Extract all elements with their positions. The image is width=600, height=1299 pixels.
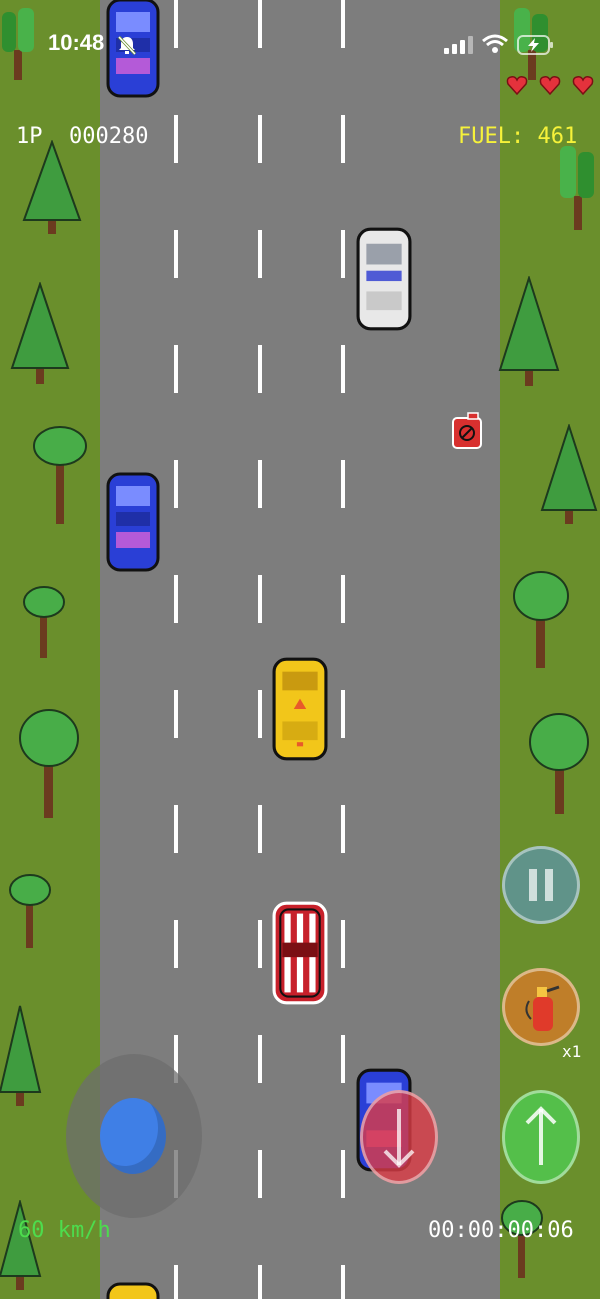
pause-button[interactable] (502, 846, 580, 924)
yellow-taxi (272, 657, 328, 761)
signal-icon (444, 36, 473, 54)
lane-divider (341, 0, 345, 1299)
accelerate-button[interactable] (502, 1090, 580, 1184)
pause-icon (529, 869, 553, 901)
tree (2, 8, 34, 80)
game-scene: 10:48 1P 000280 FUEL: 461 60 km/h 00:00:… (0, 0, 600, 1299)
heart-icon (572, 76, 594, 96)
red-player-car (272, 901, 328, 1005)
blue-car (106, 472, 160, 572)
tree (9, 874, 51, 948)
timer-display: 00:00:00:06 (428, 1218, 574, 1243)
pine-tree (540, 424, 598, 524)
tree (19, 709, 79, 818)
extinguisher-count: x1 (562, 1042, 582, 1061)
bell-slash-icon (117, 35, 137, 56)
tree (529, 713, 589, 814)
fuel-can (452, 412, 482, 449)
lane-divider (258, 0, 262, 1299)
pine-tree (10, 282, 70, 384)
tree (33, 426, 87, 524)
white-police-car (356, 227, 412, 331)
pine-tree (0, 1005, 42, 1106)
wifi-icon (482, 34, 508, 53)
status-time: 10:48 (48, 30, 105, 55)
yellow-taxi (106, 1282, 160, 1299)
fire-extinguisher-button[interactable] (502, 968, 580, 1046)
joystick-knob[interactable] (100, 1098, 166, 1174)
tree (560, 146, 594, 230)
heart-icon (506, 76, 528, 96)
fire-extinguisher-icon (525, 985, 560, 1031)
arrow-down-icon (383, 1109, 415, 1168)
pine-tree (498, 276, 560, 386)
battery-charging-icon (517, 35, 553, 55)
pine-tree (0, 1200, 42, 1290)
score-display: 1P 000280 (16, 124, 149, 149)
tree (513, 571, 569, 668)
arrow-up-icon (525, 1106, 557, 1165)
heart-icon (539, 76, 561, 96)
speed-display: 60 km/h (18, 1218, 111, 1243)
brake-button[interactable] (360, 1090, 438, 1184)
fuel-display: FUEL: 461 (458, 124, 578, 149)
tree (23, 586, 65, 658)
pine-tree (22, 140, 82, 234)
